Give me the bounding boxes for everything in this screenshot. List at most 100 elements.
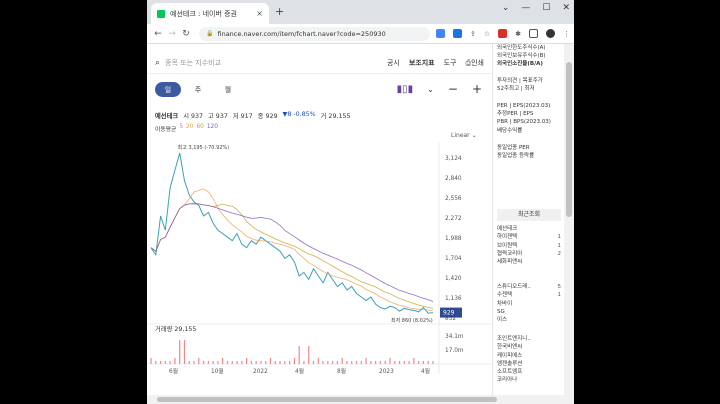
- disclosure-link[interactable]: 공시: [387, 58, 400, 68]
- tab-search-button[interactable]: ⌄: [502, 3, 510, 13]
- list-item[interactable]: 한국비엔씨: [493, 343, 565, 351]
- profile-avatar-icon[interactable]: [546, 29, 555, 38]
- new-tab-button[interactable]: +: [275, 5, 284, 18]
- low-annotation: 최저 860 (8.02%): [391, 317, 433, 324]
- volume-bar: [346, 361, 348, 364]
- volume-bar: [231, 361, 233, 364]
- ma-120[interactable]: 120: [207, 124, 218, 133]
- hscroll-thumb[interactable]: [157, 397, 497, 402]
- search-input[interactable]: 종목 또는 지수비교: [165, 58, 387, 68]
- recent-view-header[interactable]: 최근조회: [497, 209, 561, 221]
- sidebar-icon[interactable]: [529, 29, 538, 38]
- list-item[interactable]: 하이젠텍 1: [493, 233, 565, 241]
- address-bar: ← → ↻ 🔒 finance.naver.com/item/fchart.na…: [147, 24, 574, 44]
- pbr-bps: PBR | BPS(2023.03): [497, 119, 551, 126]
- scale-selector[interactable]: Linear ⌄: [451, 132, 477, 139]
- volume-bar: [422, 361, 425, 364]
- price-series-line: [150, 152, 434, 314]
- volume-label: 거래량 29,155: [155, 326, 197, 333]
- volume-bar: [308, 346, 310, 364]
- list-item[interactable]: 스튜디오드래.. 5: [493, 283, 565, 291]
- volume-bar: [289, 361, 291, 364]
- close-price: 종 929: [257, 113, 278, 120]
- tools-link[interactable]: 도구: [444, 58, 457, 68]
- volume-bar: [255, 361, 257, 364]
- ma-20[interactable]: 20: [186, 124, 193, 133]
- list-item[interactable]: 세화피앤씨: [493, 258, 565, 266]
- x-tick-label: 10월: [211, 367, 224, 375]
- browser-tab[interactable]: 예선테크 : 네이버 증권 ×: [151, 3, 269, 24]
- red-extension-icon[interactable]: [498, 29, 508, 38]
- x-tick-label: 2023: [379, 369, 394, 375]
- minimize-button[interactable]: —: [521, 3, 530, 13]
- volume-bar: [384, 361, 386, 364]
- high-annotation: 최고 3,195 (-70.92%): [178, 144, 230, 151]
- google-extension-icon[interactable]: [435, 29, 445, 38]
- y-tick-label: 1,704: [445, 256, 462, 262]
- volume-bar: [394, 361, 396, 364]
- print-link[interactable]: ⎙인쇄: [466, 58, 485, 68]
- reload-icon[interactable]: ↻: [179, 29, 193, 39]
- volume-bar: [379, 361, 382, 364]
- period-day-button[interactable]: 일: [155, 82, 181, 97]
- volume-bar: [327, 361, 329, 364]
- indicators-link[interactable]: 보조지표: [409, 58, 435, 68]
- zoom-in-icon[interactable]: +: [472, 82, 482, 96]
- search-icon[interactable]: ⌕: [155, 58, 160, 68]
- tab-bar: 예선테크 : 네이버 증권 × + ⌄ — ☐ ✕: [147, 0, 574, 24]
- volume-bar: [274, 361, 276, 364]
- list-item[interactable]: 예선테크: [493, 225, 565, 233]
- list-item[interactable]: 코리아나: [493, 376, 565, 384]
- last-price-label: 929: [443, 310, 455, 317]
- volume-bar: [360, 361, 362, 364]
- scroll-thumb[interactable]: [566, 62, 572, 217]
- share-icon[interactable]: ⇪: [470, 30, 476, 38]
- x-tick-label: 6월: [169, 367, 178, 375]
- est-per-eps: 추정PER | EPS: [497, 111, 534, 118]
- x-tick-label: 2022: [253, 369, 268, 375]
- volume-bar: [260, 361, 262, 364]
- volume-bar: [389, 358, 391, 364]
- menu-kebab-icon[interactable]: ⋮: [563, 30, 570, 38]
- list-item[interactable]: 차바이: [493, 300, 565, 308]
- list-item[interactable]: 이스: [493, 316, 565, 324]
- candle-type-icon[interactable]: ▮▯▮: [397, 84, 414, 95]
- list-item[interactable]: 엠젠솔루션: [493, 360, 565, 368]
- ma-5[interactable]: 5: [179, 124, 183, 133]
- horizontal-scrollbar[interactable]: [147, 395, 564, 404]
- list-item[interactable]: SG: [493, 308, 565, 316]
- list-item[interactable]: 수젠텍 1: [493, 291, 565, 299]
- list-item[interactable]: 소프트엠프: [493, 368, 565, 376]
- translate-extension-icon[interactable]: [452, 29, 462, 38]
- list-item[interactable]: 케이피에스: [493, 352, 565, 360]
- period-week-button[interactable]: 주: [185, 82, 211, 97]
- naver-favicon-icon: [157, 9, 165, 18]
- period-month-button[interactable]: 월: [215, 82, 241, 97]
- bookmark-star-icon[interactable]: ☆: [484, 30, 490, 38]
- y-tick-label: 1,988: [445, 236, 462, 242]
- list-item[interactable]: 협력코리아 2: [493, 250, 565, 258]
- url-field[interactable]: 🔒 finance.naver.com/item/fchart.naver?co…: [199, 26, 430, 41]
- puzzle-icon[interactable]: ✱: [515, 30, 521, 38]
- volume-bar: [312, 361, 315, 364]
- volume-bar: [427, 361, 429, 364]
- ma-60[interactable]: 60: [196, 124, 203, 133]
- vertical-scrollbar[interactable]: [564, 44, 574, 404]
- foreign-ratio: 외국인소진율(B/A): [497, 61, 543, 68]
- foreign-holdings: 외국인보유주식수(B): [497, 53, 546, 60]
- list-item[interactable]: 조인트엔지니..: [493, 335, 565, 343]
- tab-close-icon[interactable]: ×: [256, 9, 263, 18]
- y-tick-label: 2,556: [445, 196, 462, 202]
- forward-icon[interactable]: →: [165, 29, 179, 39]
- volume-bar: [279, 361, 281, 364]
- volume-bar: [293, 358, 295, 364]
- back-icon[interactable]: ←: [151, 29, 165, 39]
- zoom-out-icon[interactable]: −: [448, 82, 458, 96]
- maximize-button[interactable]: ☐: [542, 3, 550, 13]
- window-controls: ⌄ — ☐ ✕: [502, 3, 570, 13]
- volume-bar: [183, 340, 186, 364]
- close-window-button[interactable]: ✕: [562, 3, 570, 13]
- chevron-down-icon[interactable]: ⌄: [427, 85, 434, 94]
- list-item[interactable]: 브이원텍 1: [493, 242, 565, 250]
- price-chart[interactable]: 3,124 2,840 2,556 2,272 1,988 1,704 1,420 1,136…: [147, 142, 492, 392]
